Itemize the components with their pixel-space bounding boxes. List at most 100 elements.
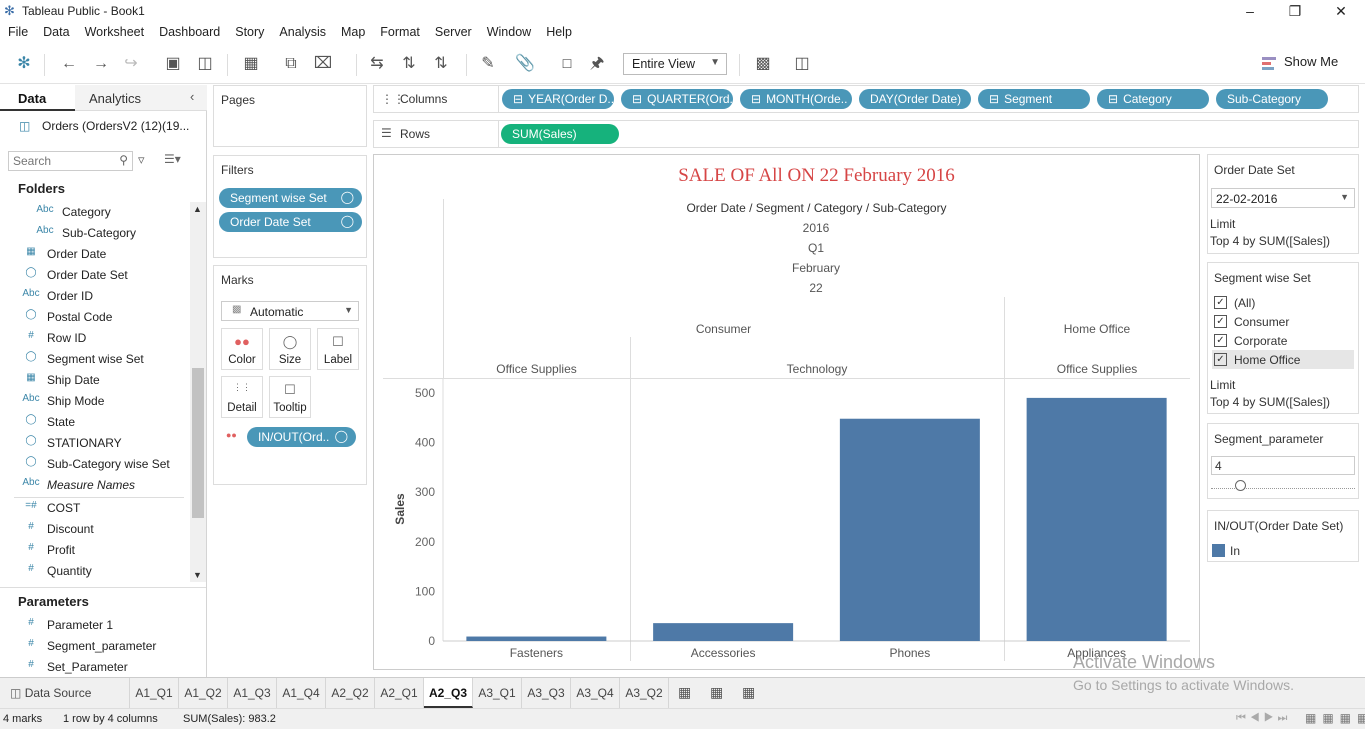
datasource-name[interactable]: Orders (OrdersV2 (12)(19... <box>42 119 189 133</box>
sheet-view-icons[interactable]: ▦▦▦▦ <box>1305 711 1365 725</box>
field-item[interactable]: # Discount <box>0 519 185 540</box>
presentation-mode-icon[interactable]: ◫ <box>791 54 813 74</box>
sheet-tab[interactable]: A1_Q4 <box>277 678 326 708</box>
segment-checkbox-item[interactable]: ✓ Corporate <box>1212 331 1354 350</box>
tab-data[interactable]: Data <box>0 85 75 111</box>
menu-format[interactable]: Format <box>372 22 427 39</box>
menu-story[interactable]: Story <box>227 22 271 39</box>
parameter-item[interactable]: # Set_Parameter <box>0 657 185 678</box>
menu-window[interactable]: Window <box>479 22 538 39</box>
pages-shelf[interactable]: Pages <box>213 85 367 147</box>
segment-checkbox-item[interactable]: ✓ Home Office <box>1212 350 1354 369</box>
field-item[interactable]: ◯ State <box>0 412 185 433</box>
menu-worksheet[interactable]: Worksheet <box>77 22 152 39</box>
redo-icon[interactable]: → <box>90 54 112 74</box>
new-datasource-icon[interactable]: ◫ <box>194 54 216 74</box>
menu-file[interactable]: File <box>0 22 35 39</box>
column-pill[interactable]: ⊟ Category <box>1097 89 1209 109</box>
search-field[interactable]: ⚲ <box>8 151 133 171</box>
save-icon[interactable]: ▣ <box>162 54 184 74</box>
fit-view-dropdown[interactable]: Entire View ▼ <box>623 53 727 75</box>
field-item[interactable]: ◯ Postal Code <box>0 307 185 328</box>
swap-rows-columns-icon[interactable]: ⇆ <box>366 54 388 74</box>
show-mark-labels-icon[interactable]: ☐ <box>556 54 578 74</box>
rows-shelf[interactable]: ☰ Rows SUM(Sales) <box>373 120 1359 148</box>
segment-checkbox-item[interactable]: ✓ Consumer <box>1212 312 1354 331</box>
checkbox-icon[interactable]: ✓ <box>1214 296 1227 309</box>
tableau-home-icon[interactable]: ✻ <box>13 54 35 74</box>
new-story-tab-icon[interactable]: ▦ <box>742 684 755 701</box>
column-pill[interactable]: DAY(Order Date) <box>859 89 971 109</box>
undo-icon[interactable]: ← <box>58 54 80 74</box>
new-worksheet-icon[interactable]: ▦ <box>240 54 262 74</box>
parameter-slider[interactable] <box>1211 485 1355 489</box>
sheet-tab[interactable]: A2_Q3 <box>424 678 473 708</box>
fix-axes-icon[interactable]: 🖈 <box>586 54 608 74</box>
menu-analysis[interactable]: Analysis <box>271 22 333 39</box>
field-item[interactable]: ◯ Sub-Category wise Set <box>0 454 185 475</box>
sheet-tab[interactable]: A1_Q2 <box>179 678 228 708</box>
column-pill[interactable]: ⊟ YEAR(Order D.. <box>502 89 614 109</box>
new-dashboard-tab-icon[interactable]: ▦ <box>710 684 723 701</box>
menu-help[interactable]: Help <box>538 22 579 39</box>
columns-shelf[interactable]: ⋮⋮ Columns ⊟ YEAR(Order D.. ⊟ QUARTER(Ord..… <box>373 85 1359 113</box>
filters-shelf[interactable]: Filters Segment wise Set ◯ Order Date Set… <box>213 155 367 258</box>
view-options-icon[interactable]: ☰▾ <box>164 152 181 166</box>
menu-data[interactable]: Data <box>35 22 76 39</box>
replay-icon[interactable]: ↪ <box>120 54 142 74</box>
size-button[interactable]: ◯ Size <box>269 328 311 370</box>
field-item[interactable]: ▦ Order Date <box>0 244 185 265</box>
field-item[interactable]: ◯ Segment wise Set <box>0 349 185 370</box>
sheet-tab[interactable]: A3_Q2 <box>620 678 669 708</box>
field-item[interactable]: Abc Sub-Category <box>0 223 185 244</box>
order-date-set-dropdown[interactable]: 22-02-2016 ▼ <box>1211 188 1355 208</box>
field-item[interactable]: Abc Ship Mode <box>0 391 185 412</box>
filter-pill-segment-set[interactable]: Segment wise Set ◯ <box>219 188 362 208</box>
filter-icon[interactable]: ▿ <box>138 152 145 168</box>
collapse-pane-icon[interactable]: ‹ <box>190 89 194 104</box>
column-pill[interactable]: ⊟ QUARTER(Ord.. <box>621 89 733 109</box>
tooltip-button[interactable]: ☐ Tooltip <box>269 376 311 418</box>
segment-parameter-input[interactable]: 4 <box>1211 456 1355 475</box>
menu-dashboard[interactable]: Dashboard <box>151 22 227 39</box>
column-pill[interactable]: Sub-Category <box>1216 89 1328 109</box>
checkbox-icon[interactable]: ✓ <box>1214 334 1227 347</box>
tab-analytics[interactable]: Analytics <box>75 85 207 111</box>
field-item[interactable]: # Quantity <box>0 561 185 582</box>
field-item[interactable]: Abc Category <box>0 202 185 223</box>
group-members-icon[interactable]: 📎 <box>514 54 536 74</box>
filter-pill-order-date-set[interactable]: Order Date Set ◯ <box>219 212 362 232</box>
sheet-tab[interactable]: A3_Q3 <box>522 678 571 708</box>
bar-chart[interactable]: 0 100 200 300 400 500 Sales Fasteners Accessorie… <box>374 379 1199 669</box>
scrollbar[interactable]: ▲ ▼ <box>190 202 206 582</box>
bar[interactable] <box>653 623 794 641</box>
search-input[interactable] <box>13 154 113 168</box>
field-item[interactable]: # Row ID <box>0 328 185 349</box>
sheet-navigation-icons[interactable]: ⏮◀▶⏭ <box>1236 712 1291 725</box>
field-item[interactable]: # Profit <box>0 540 185 561</box>
highlight-icon[interactable]: ✎ <box>477 54 499 74</box>
sheet-tab[interactable]: A1_Q3 <box>228 678 277 708</box>
column-pill[interactable]: ⊟ Segment <box>978 89 1090 109</box>
row-pill-sum-sales[interactable]: SUM(Sales) <box>501 124 619 144</box>
sheet-tab[interactable]: A3_Q4 <box>571 678 620 708</box>
worksheet-view[interactable]: SALE OF All ON 22 February 2016 Order Da… <box>373 154 1200 670</box>
show-cards-icon[interactable]: ▩ <box>752 54 774 74</box>
bar[interactable] <box>1026 397 1167 641</box>
legend-item-in[interactable]: In <box>1230 544 1240 558</box>
sort-ascending-icon[interactable]: ⇅ <box>398 54 420 74</box>
data-source-tab[interactable]: ◫ Data Source <box>0 678 130 708</box>
field-item[interactable]: ◯ STATIONARY <box>0 433 185 454</box>
bar[interactable] <box>466 636 607 641</box>
bar[interactable] <box>839 418 980 641</box>
parameter-item[interactable]: # Parameter 1 <box>0 615 185 636</box>
minimize-button[interactable]: – <box>1227 0 1273 22</box>
sheet-tab[interactable]: A3_Q1 <box>473 678 522 708</box>
new-worksheet-tab-icon[interactable]: ▦ <box>678 684 691 701</box>
maximize-button[interactable]: ❐ <box>1272 0 1318 22</box>
mark-type-dropdown[interactable]: ▩ Automatic ▼ <box>221 301 359 321</box>
parameter-item[interactable]: # Segment_parameter <box>0 636 185 657</box>
field-item[interactable]: =# COST <box>0 498 185 519</box>
marks-pill-in-out[interactable]: IN/OUT(Ord.. ◯ <box>247 427 356 447</box>
checkbox-icon[interactable]: ✓ <box>1214 353 1227 366</box>
